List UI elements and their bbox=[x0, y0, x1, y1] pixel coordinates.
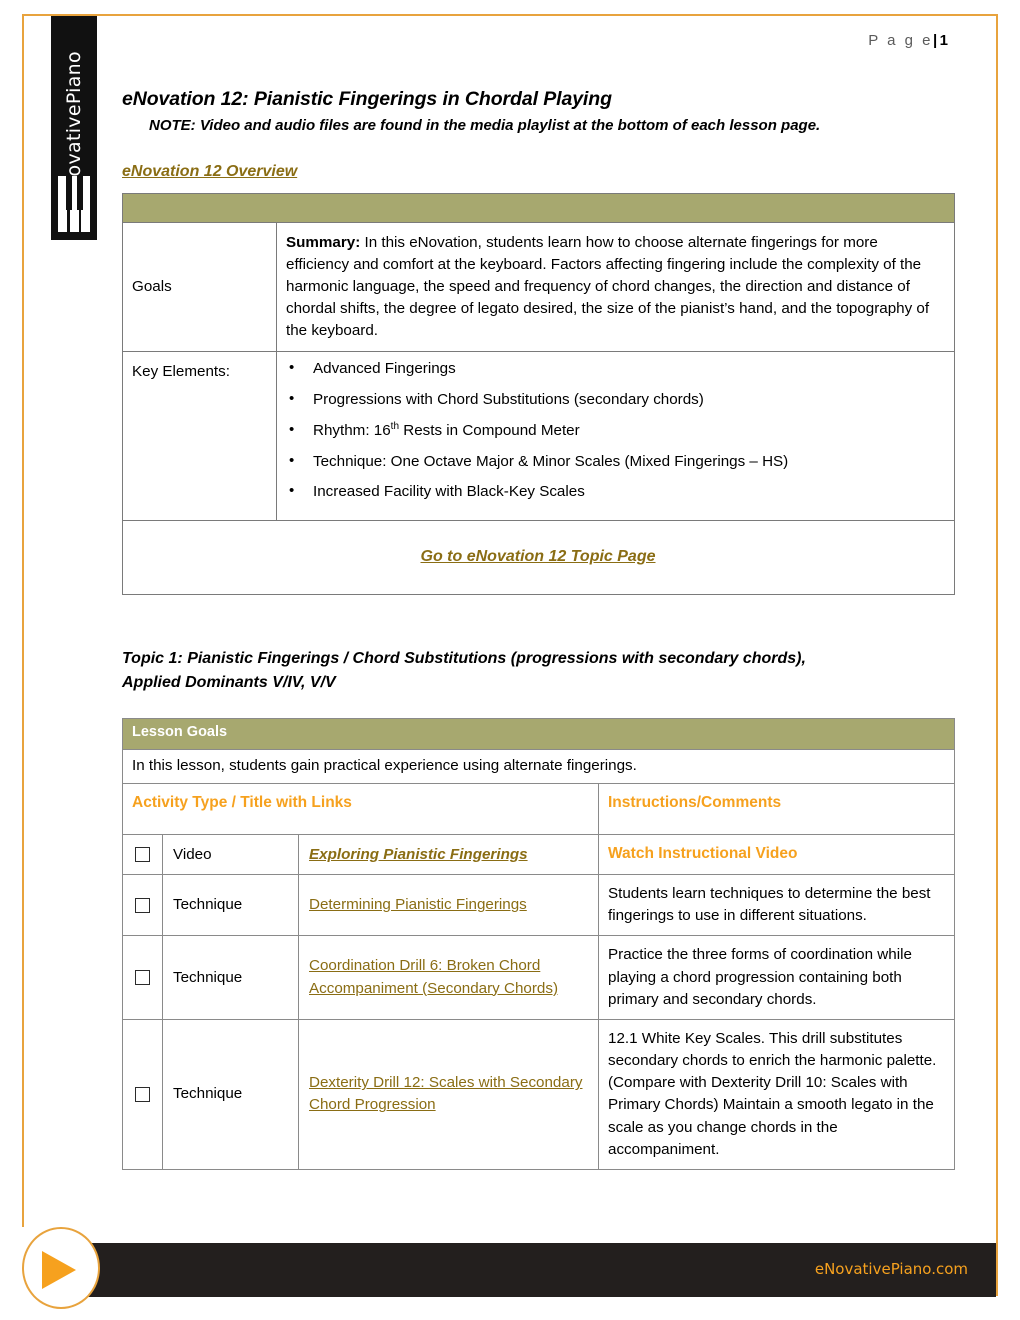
checkbox-cell bbox=[122, 873, 163, 937]
activity-title-cell: Dexterity Drill 12: Scales with Secondar… bbox=[298, 1018, 599, 1171]
page-number-value: 1 bbox=[939, 32, 948, 49]
column-header-instructions: Instructions/Comments bbox=[597, 782, 956, 836]
activity-instructions: Watch Instructional Video bbox=[608, 845, 798, 863]
table-row: Key Elements: Advanced Fingerings Progres… bbox=[122, 351, 955, 521]
table-row: Technique Determining Pianistic Fingering… bbox=[122, 873, 956, 937]
list-item-label: Advanced Fingerings bbox=[313, 360, 456, 378]
activity-title-cell: Coordination Drill 6: Broken Chord Accom… bbox=[298, 935, 599, 1020]
goals-label: Goals bbox=[122, 221, 277, 353]
list-item: Rhythm: 16th Rests in Compound Meter bbox=[289, 420, 944, 440]
list-item-label-suffix: Rests in Compound Meter bbox=[399, 421, 580, 439]
list-item-label: Progressions with Chord Substitutions (s… bbox=[313, 391, 704, 409]
lesson-activities-table: Lesson Goals In this lesson, students ga… bbox=[121, 718, 956, 1171]
superscript: th bbox=[390, 420, 400, 432]
activity-instructions: Students learn techniques to determine t… bbox=[608, 884, 931, 925]
topic-heading-line-1: Topic 1: Pianistic Fingerings / Chord Su… bbox=[122, 650, 806, 667]
activity-type: Technique bbox=[162, 873, 299, 937]
table-row: Goals Summary: In this eNovation, studen… bbox=[122, 221, 955, 353]
footer-bar: eNovativePiano.com bbox=[24, 1243, 996, 1297]
play-triangle-shape bbox=[42, 1251, 76, 1289]
summary-prefix: Summary: bbox=[286, 233, 361, 251]
page-title: eNovation 12: Pianistic Fingerings in Ch… bbox=[122, 88, 612, 110]
checkbox-cell bbox=[122, 935, 163, 1020]
page-separator: | bbox=[932, 32, 940, 49]
checkbox-cell bbox=[122, 1018, 163, 1171]
activity-type: Technique bbox=[162, 1018, 299, 1171]
activity-type: Video bbox=[162, 834, 299, 875]
key-elements-cell: Advanced Fingerings Progressions with Cho… bbox=[276, 351, 955, 521]
activity-instructions-cell: Students learn techniques to determine t… bbox=[597, 873, 956, 937]
summary-text: In this eNovation, students learn how to… bbox=[286, 233, 930, 340]
activity-instructions-cell: Practice the three forms of coordination… bbox=[597, 935, 956, 1020]
enovation-overview-link[interactable]: eNovation 12 Overview bbox=[122, 163, 297, 181]
overview-table: Goals Summary: In this eNovation, studen… bbox=[122, 192, 955, 596]
topic-heading-line-2: Applied Dominants V/IV, V/V bbox=[122, 673, 336, 691]
activity-instructions-cell: 12.1 White Key Scales. This drill substi… bbox=[597, 1018, 956, 1171]
activity-title-cell: Exploring Pianistic Fingerings bbox=[298, 834, 599, 875]
activity-title-link[interactable]: Coordination Drill 6: Broken Chord Accom… bbox=[309, 957, 558, 996]
page-number: P a g e|1 bbox=[868, 32, 948, 49]
page-label: P a g e bbox=[868, 32, 933, 49]
key-elements-label: Key Elements: bbox=[122, 351, 277, 521]
table-row bbox=[122, 192, 955, 223]
activity-checkbox[interactable] bbox=[135, 969, 150, 985]
list-item: Technique: One Octave Major & Minor Scal… bbox=[289, 452, 944, 471]
activity-instructions: Practice the three forms of coordination… bbox=[608, 946, 912, 1008]
list-item-label: Increased Facility with Black-Key Scales bbox=[313, 483, 585, 501]
lesson-goals-header: Lesson Goals bbox=[121, 718, 956, 750]
checkbox-cell bbox=[122, 834, 163, 875]
activity-checkbox[interactable] bbox=[135, 847, 150, 863]
goals-summary: Summary: In this eNovation, students lea… bbox=[276, 221, 955, 353]
list-item: Progressions with Chord Substitutions (s… bbox=[289, 390, 944, 409]
activity-title-link[interactable]: Determining Pianistic Fingerings bbox=[309, 896, 527, 913]
enovative-piano-logo: eNovativePiano bbox=[51, 16, 97, 240]
table-row: Lesson Goals bbox=[121, 718, 956, 750]
activity-checkbox[interactable] bbox=[135, 897, 150, 913]
table-row: Technique Dexterity Drill 12: Scales with… bbox=[122, 1018, 956, 1171]
piano-keys-icon bbox=[58, 176, 90, 232]
column-header-activity: Activity Type / Title with Links bbox=[122, 782, 599, 836]
activity-instructions: 12.1 White Key Scales. This drill substi… bbox=[608, 1029, 937, 1158]
go-to-topic-page-link[interactable]: Go to eNovation 12 Topic Page bbox=[421, 548, 656, 565]
list-item-label: Technique: One Octave Major & Minor Scal… bbox=[313, 452, 789, 470]
activity-title-link[interactable]: Dexterity Drill 12: Scales with Secondar… bbox=[309, 1074, 582, 1113]
lesson-goals-text: In this lesson, students gain practical … bbox=[121, 748, 956, 784]
activity-type: Technique bbox=[162, 935, 299, 1020]
table-row: Video Exploring Pianistic Fingerings Watch… bbox=[122, 834, 956, 875]
table-row: Technique Coordination Drill 6: Broken Ch… bbox=[122, 935, 956, 1020]
topic-page-link-cell: Go to eNovation 12 Topic Page bbox=[122, 519, 955, 596]
table-row: Go to eNovation 12 Topic Page bbox=[122, 519, 955, 596]
activity-title-cell: Determining Pianistic Fingerings bbox=[298, 873, 599, 937]
activity-checkbox[interactable] bbox=[135, 1086, 150, 1102]
activity-title-link[interactable]: Exploring Pianistic Fingerings bbox=[309, 846, 528, 863]
play-triangle-icon[interactable] bbox=[22, 1227, 100, 1309]
key-elements-list: Advanced Fingerings Progressions with Cho… bbox=[286, 359, 944, 501]
list-item-label: Rhythm: 16 bbox=[313, 421, 391, 439]
list-item: Advanced Fingerings bbox=[289, 359, 944, 378]
activity-instructions-cell: Watch Instructional Video bbox=[597, 834, 956, 875]
footer-website-link[interactable]: eNovativePiano.com bbox=[815, 1260, 968, 1278]
overview-header-bar bbox=[122, 192, 955, 223]
media-note: NOTE: Video and audio files are found in… bbox=[149, 116, 821, 134]
topic-heading: Topic 1: Pianistic Fingerings / Chord Su… bbox=[122, 647, 954, 694]
table-row: In this lesson, students gain practical … bbox=[121, 748, 956, 784]
list-item: Increased Facility with Black-Key Scales bbox=[289, 482, 944, 501]
table-row: Activity Type / Title with Links Instruc… bbox=[122, 782, 956, 836]
